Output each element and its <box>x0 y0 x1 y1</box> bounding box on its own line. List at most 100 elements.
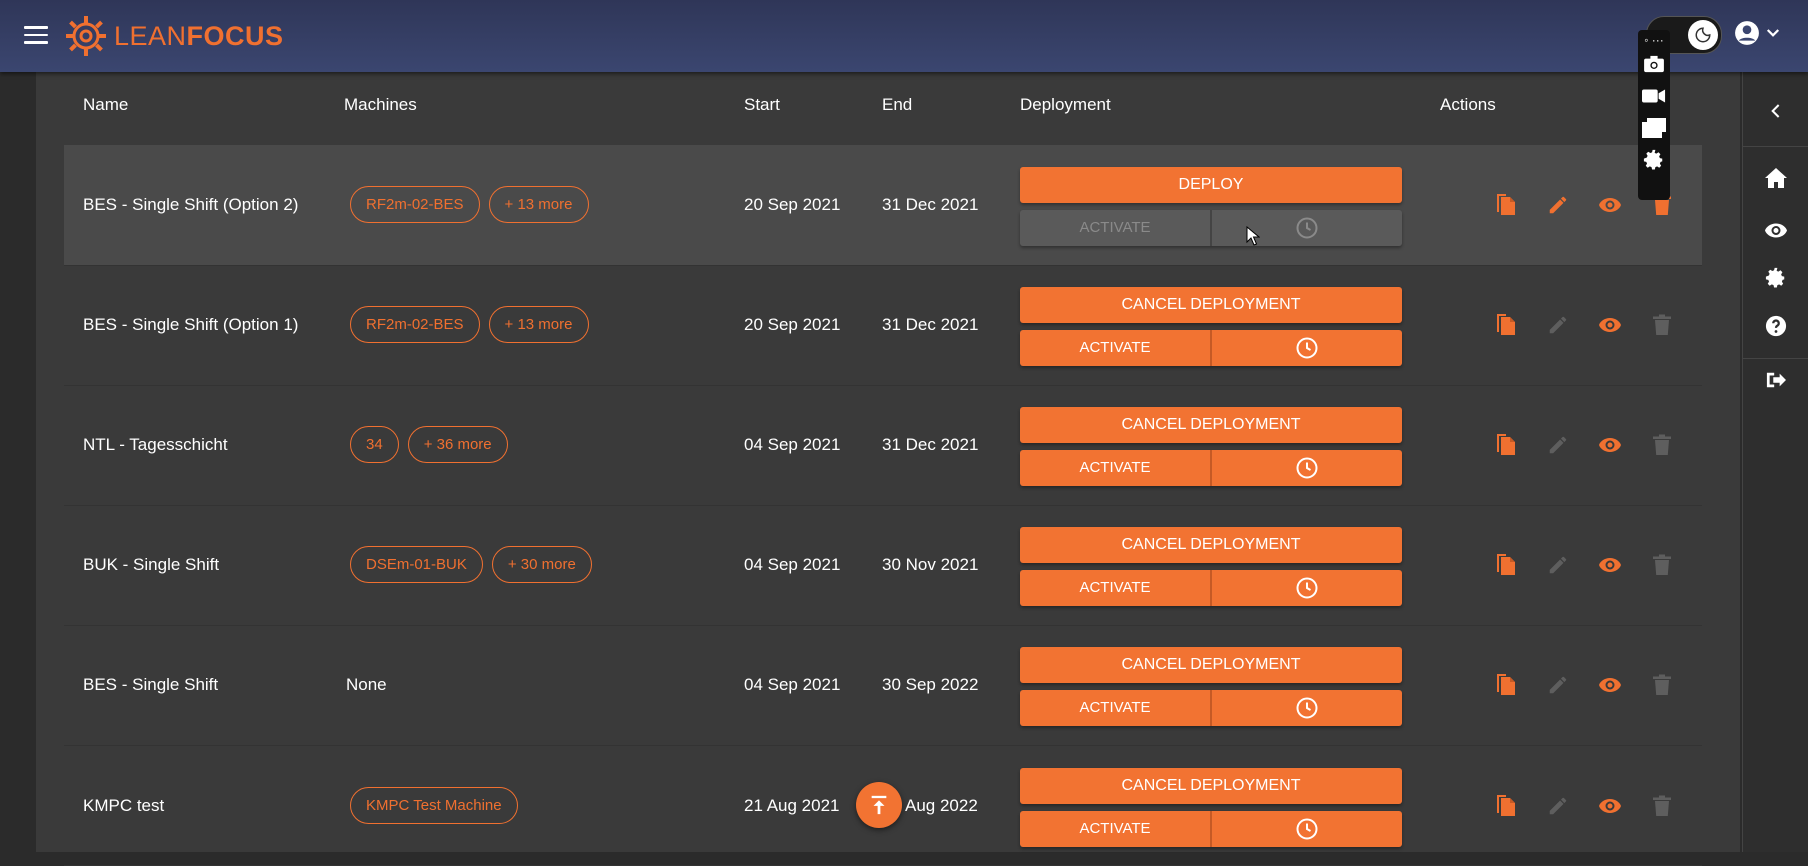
gear-icon <box>1765 267 1785 288</box>
schedule-name: BUK - Single Shift <box>83 555 220 574</box>
eye-icon[interactable] <box>1584 551 1636 579</box>
more-machines-chip[interactable]: + 13 more <box>488 306 589 343</box>
drag-handle[interactable]: ◦ ··· <box>1644 34 1664 48</box>
machine-chip[interactable]: DSEm-01-BUK <box>350 546 483 583</box>
end-date: 30 Sep 2022 <box>882 675 979 694</box>
start-date: 04 Sep 2021 <box>744 435 841 454</box>
machine-chips: KMPC Test Machine <box>350 787 518 824</box>
schedule-activate-button[interactable] <box>1212 690 1402 726</box>
table-row[interactable]: BES - Single Shift (Option 1) RF2m-02-BE… <box>64 265 1702 386</box>
cancel-deployment-button[interactable]: CANCEL DEPLOYMENT <box>1020 527 1402 563</box>
more-machines-chip[interactable]: + 36 more <box>407 426 508 463</box>
activate-button[interactable]: ACTIVATE <box>1020 210 1210 246</box>
cancel-deployment-button[interactable]: CANCEL DEPLOYMENT <box>1020 407 1402 443</box>
eye-icon[interactable] <box>1584 671 1636 699</box>
logout-icon <box>1766 372 1786 388</box>
table-row[interactable]: NTL - Tagesschicht 34 + 36 more 04 Sep 2… <box>64 385 1702 506</box>
header-actions: Actions <box>1440 95 1496 114</box>
more-machines-chip[interactable]: + 30 more <box>491 546 592 583</box>
end-date: 31 Dec 2021 <box>882 315 979 334</box>
copy-icon[interactable] <box>1480 551 1532 579</box>
row-actions <box>1480 792 1688 820</box>
copy-icon[interactable] <box>1480 191 1532 219</box>
activate-button-group: ACTIVATE <box>1020 450 1402 486</box>
schedule-name: BES - Single Shift (Option 1) <box>83 315 299 334</box>
activate-button[interactable]: ACTIVATE <box>1020 690 1210 726</box>
pencil-icon <box>1532 311 1584 339</box>
table-row[interactable]: BUK - Single Shift DSEm-01-BUK + 30 more… <box>64 505 1702 626</box>
header-deployment: Deployment <box>1020 95 1111 114</box>
schedule-name: KMPC test <box>83 796 165 815</box>
end-date: 31 Dec 2021 <box>882 435 979 454</box>
deployment-controls: CANCEL DEPLOYMENT ACTIVATE <box>1020 407 1402 486</box>
schedule-name: BES - Single Shift <box>83 675 219 694</box>
cancel-deployment-button[interactable]: CANCEL DEPLOYMENT <box>1020 647 1402 683</box>
machine-chips: 34 + 36 more <box>350 426 508 463</box>
table-row[interactable]: BES - Single Shift None 04 Sep 2021 30 S… <box>64 625 1702 746</box>
header-start[interactable]: Start <box>744 95 780 115</box>
machine-chips: RF2m-02-BES + 13 more <box>350 186 589 223</box>
end-date: Aug 2022 <box>905 796 978 815</box>
activate-button[interactable]: ACTIVATE <box>1020 330 1210 366</box>
schedule-activate-button[interactable] <box>1212 450 1402 486</box>
windows-icon[interactable] <box>1640 112 1668 144</box>
camera-icon[interactable] <box>1640 48 1668 80</box>
cancel-deployment-button[interactable]: CANCEL DEPLOYMENT <box>1020 768 1402 804</box>
menu-icon[interactable] <box>24 26 48 46</box>
arrow-up-icon <box>871 795 887 815</box>
table-row[interactable]: BES - Single Shift (Option 2) RF2m-02-BE… <box>64 145 1702 266</box>
scroll-to-top-button[interactable] <box>856 782 902 828</box>
sidebar-item-logout[interactable] <box>1743 360 1808 400</box>
gear-icon[interactable] <box>1640 144 1668 176</box>
copy-icon[interactable] <box>1480 792 1532 820</box>
machine-chip[interactable]: 34 <box>350 426 399 463</box>
trash-icon <box>1636 311 1688 339</box>
row-actions <box>1480 431 1688 459</box>
clock-icon <box>1296 577 1318 599</box>
schedule-activate-button[interactable] <box>1212 570 1402 606</box>
user-menu[interactable] <box>1734 20 1782 46</box>
trash-icon <box>1636 792 1688 820</box>
schedule-activate-button[interactable] <box>1212 811 1402 847</box>
sidebar-item-help[interactable] <box>1743 306 1808 346</box>
schedule-activate-button[interactable] <box>1212 210 1402 246</box>
account-icon <box>1735 21 1759 45</box>
machine-chip[interactable]: KMPC Test Machine <box>350 787 518 824</box>
eye-icon[interactable] <box>1584 431 1636 459</box>
clock-icon <box>1296 457 1318 479</box>
sidebar-item-view[interactable] <box>1743 210 1808 250</box>
cancel-deployment-button[interactable]: CANCEL DEPLOYMENT <box>1020 287 1402 323</box>
more-machines-chip[interactable]: + 13 more <box>488 186 589 223</box>
deploy-button[interactable]: DEPLOY <box>1020 167 1402 203</box>
machine-chips: RF2m-02-BES + 13 more <box>350 306 589 343</box>
eye-icon[interactable] <box>1584 191 1636 219</box>
copy-icon[interactable] <box>1480 431 1532 459</box>
eye-icon[interactable] <box>1584 792 1636 820</box>
pencil-icon <box>1532 671 1584 699</box>
activate-button[interactable]: ACTIVATE <box>1020 811 1210 847</box>
schedule-name: BES - Single Shift (Option 2) <box>83 195 299 214</box>
sidebar-item-settings[interactable] <box>1743 258 1808 298</box>
activate-button[interactable]: ACTIVATE <box>1020 570 1210 606</box>
app-logo[interactable]: LEANFOCUS <box>64 13 284 59</box>
pencil-icon <box>1532 431 1584 459</box>
header-machines[interactable]: Machines <box>344 95 417 115</box>
header-end[interactable]: End <box>882 95 912 115</box>
sidebar-item-home[interactable] <box>1743 158 1808 198</box>
row-actions <box>1480 551 1688 579</box>
machine-chip[interactable]: RF2m-02-BES <box>350 306 480 343</box>
video-camera-icon[interactable] <box>1640 80 1668 112</box>
pencil-icon[interactable] <box>1532 191 1584 219</box>
eye-icon[interactable] <box>1584 311 1636 339</box>
schedule-activate-button[interactable] <box>1212 330 1402 366</box>
activate-button[interactable]: ACTIVATE <box>1020 450 1210 486</box>
copy-icon[interactable] <box>1480 311 1532 339</box>
deployment-controls: CANCEL DEPLOYMENT ACTIVATE <box>1020 647 1402 726</box>
schedule-name: NTL - Tagesschicht <box>83 435 228 454</box>
copy-icon[interactable] <box>1480 671 1532 699</box>
machine-chip[interactable]: RF2m-02-BES <box>350 186 480 223</box>
trash-icon <box>1636 551 1688 579</box>
screen-tool-strip: ◦ ··· <box>1638 30 1670 200</box>
header-name[interactable]: Name <box>83 95 128 115</box>
collapse-sidebar-button[interactable] <box>1743 91 1808 131</box>
